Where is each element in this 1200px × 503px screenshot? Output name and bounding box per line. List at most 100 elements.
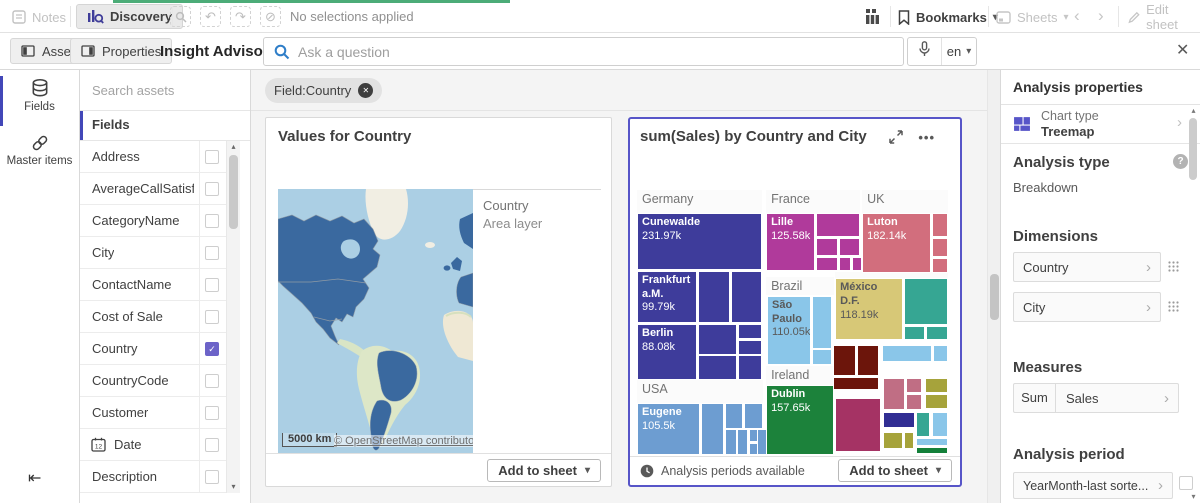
field-row-contactname[interactable]: ContactName (80, 269, 226, 301)
treemap-cell-m-xico-d-f-[interactable]: México D.F.118.19k (835, 278, 903, 340)
scrollbar-thumb[interactable] (229, 155, 238, 229)
field-checkbox[interactable] (205, 406, 219, 420)
fields-section-header[interactable]: Fields (80, 110, 250, 141)
field-checkbox[interactable]: ✓ (205, 342, 219, 356)
treemap-tile[interactable] (883, 378, 905, 410)
treemap-tile[interactable] (833, 345, 855, 376)
treemap-chart[interactable]: GermanyFranceUKBrazilIrelandUSACunewalde… (637, 190, 948, 456)
field-checkbox[interactable] (205, 374, 219, 388)
filter-chip-field-country[interactable]: Field:Country ✕ (265, 78, 382, 103)
properties-toggle-button[interactable]: Properties (70, 38, 172, 64)
treemap-header-france[interactable]: France (766, 190, 860, 213)
treemap-tile[interactable] (933, 345, 948, 362)
treemap-cell-frankfurt-a-m-[interactable]: Frankfurt a.M.99.79k (637, 271, 697, 323)
expand-icon[interactable] (888, 129, 904, 145)
rail-tab-fields[interactable]: Fields (0, 76, 79, 126)
treemap-header-usa[interactable]: USA (637, 380, 763, 403)
treemap-tile[interactable] (744, 403, 763, 428)
treemap-tile[interactable] (906, 394, 922, 410)
voice-input-button[interactable] (908, 41, 941, 62)
field-row-averagecallsatisfa-[interactable]: AverageCallSatisfa... (80, 173, 226, 205)
treemap-tile[interactable] (839, 238, 860, 256)
step-forward-button[interactable]: ↷ (230, 6, 251, 27)
treemap-header-ireland[interactable]: Ireland (766, 366, 834, 385)
dimension-row-city[interactable]: City› (1013, 292, 1161, 322)
treemap-header-uk[interactable]: UK (862, 190, 948, 213)
measure-row-sales[interactable]: Sum Sales › (1013, 383, 1179, 413)
field-checkbox[interactable] (205, 470, 219, 484)
treemap-tile[interactable] (725, 403, 743, 428)
collapse-panel-button[interactable]: ⇤ (28, 468, 41, 488)
treemap-cell-s-o-paulo[interactable]: São Paulo110.05k (767, 296, 811, 365)
field-checkbox[interactable] (205, 310, 219, 324)
field-checkbox[interactable] (205, 182, 219, 196)
ask-question-input[interactable] (298, 39, 888, 64)
rail-tab-master-items[interactable]: Master items (0, 132, 79, 178)
map-chart-card[interactable]: Values for Country (265, 117, 612, 487)
field-list-scrollbar[interactable]: ▴ ▾ (226, 141, 240, 493)
treemap-tile[interactable] (698, 271, 730, 323)
add-to-sheet-button[interactable]: Add to sheet ▾ (838, 459, 952, 482)
field-row-customer[interactable]: Customer (80, 397, 226, 429)
treemap-tile[interactable] (932, 238, 948, 257)
treemap-tile[interactable] (833, 377, 879, 390)
treemap-cell-luton[interactable]: Luton182.14k (862, 213, 931, 273)
treemap-tile[interactable] (932, 412, 948, 437)
treemap-tile[interactable] (932, 258, 948, 273)
treemap-tile[interactable] (916, 447, 948, 454)
treemap-tile[interactable] (883, 412, 915, 428)
measure-aggregation[interactable]: Sum (1014, 384, 1056, 412)
treemap-tile[interactable] (698, 324, 737, 355)
results-scrollbar[interactable] (987, 70, 1000, 503)
treemap-tile[interactable] (904, 326, 925, 340)
treemap-tile[interactable] (738, 324, 762, 339)
field-row-description[interactable]: Description (80, 461, 226, 493)
field-row-cost-of-sale[interactable]: Cost of Sale (80, 301, 226, 333)
field-row-partial[interactable] (80, 493, 226, 503)
treemap-tile[interactable] (816, 213, 860, 237)
treemap-tile[interactable] (852, 257, 862, 271)
scroll-up-arrow[interactable]: ▴ (227, 141, 240, 153)
language-dropdown[interactable]: en ▾ (942, 44, 976, 59)
field-row-countrycode[interactable]: CountryCode (80, 365, 226, 397)
field-checkbox[interactable] (205, 214, 219, 228)
field-checkbox[interactable] (205, 246, 219, 260)
scrollbar-thumb[interactable] (990, 274, 999, 320)
treemap-chart-card[interactable]: sum(Sales) by Country and City ••• Germa… (628, 117, 962, 487)
search-assets-input[interactable] (92, 79, 230, 101)
treemap-tile[interactable] (904, 432, 915, 449)
add-to-sheet-button[interactable]: Add to sheet ▾ (487, 459, 601, 482)
dimension-drag-handle[interactable] (1167, 300, 1180, 313)
field-row-address[interactable]: Address (80, 141, 226, 173)
more-options-button[interactable]: ••• (918, 130, 935, 145)
next-sheet-button[interactable]: › (1098, 5, 1104, 27)
field-row-categoryname[interactable]: CategoryName (80, 205, 226, 237)
app-navigation-button[interactable] (864, 8, 881, 30)
field-row-date[interactable]: 12Date (80, 429, 226, 461)
treemap-tile[interactable] (925, 378, 948, 393)
treemap-cell-berlin[interactable]: Berlin88.08k (637, 324, 697, 380)
scrollbar-thumb[interactable] (1189, 118, 1197, 180)
treemap-tile[interactable] (925, 394, 948, 408)
treemap-tile[interactable] (812, 296, 832, 349)
scroll-down-arrow[interactable]: ▾ (227, 481, 240, 493)
treemap-tile[interactable] (812, 349, 832, 365)
remove-filter-icon[interactable]: ✕ (358, 83, 373, 98)
treemap-tile[interactable] (932, 213, 948, 237)
world-map-chart[interactable]: 5000 km © OpenStreetMap contributors (278, 189, 473, 453)
field-checkbox[interactable] (205, 278, 219, 292)
previous-sheet-button[interactable]: ‹ (1074, 5, 1080, 27)
step-back-button[interactable]: ↶ (200, 6, 221, 27)
notes-button[interactable]: Notes (12, 5, 66, 29)
treemap-tile[interactable] (839, 257, 852, 271)
close-advisor-button[interactable]: ✕ (1176, 40, 1189, 60)
treemap-cell-cunewalde[interactable]: Cunewalde231.97k (637, 213, 762, 270)
treemap-tile[interactable] (916, 438, 948, 445)
clear-selections-button[interactable]: ⊘ (260, 6, 281, 27)
treemap-cell-eugene[interactable]: Eugene105.5k (637, 403, 700, 455)
drag-handle-icon[interactable] (1167, 300, 1180, 313)
treemap-tile[interactable] (698, 355, 737, 379)
dimension-row-country[interactable]: Country› (1013, 252, 1161, 282)
treemap-tile[interactable] (725, 429, 736, 455)
treemap-tile[interactable] (816, 257, 837, 271)
